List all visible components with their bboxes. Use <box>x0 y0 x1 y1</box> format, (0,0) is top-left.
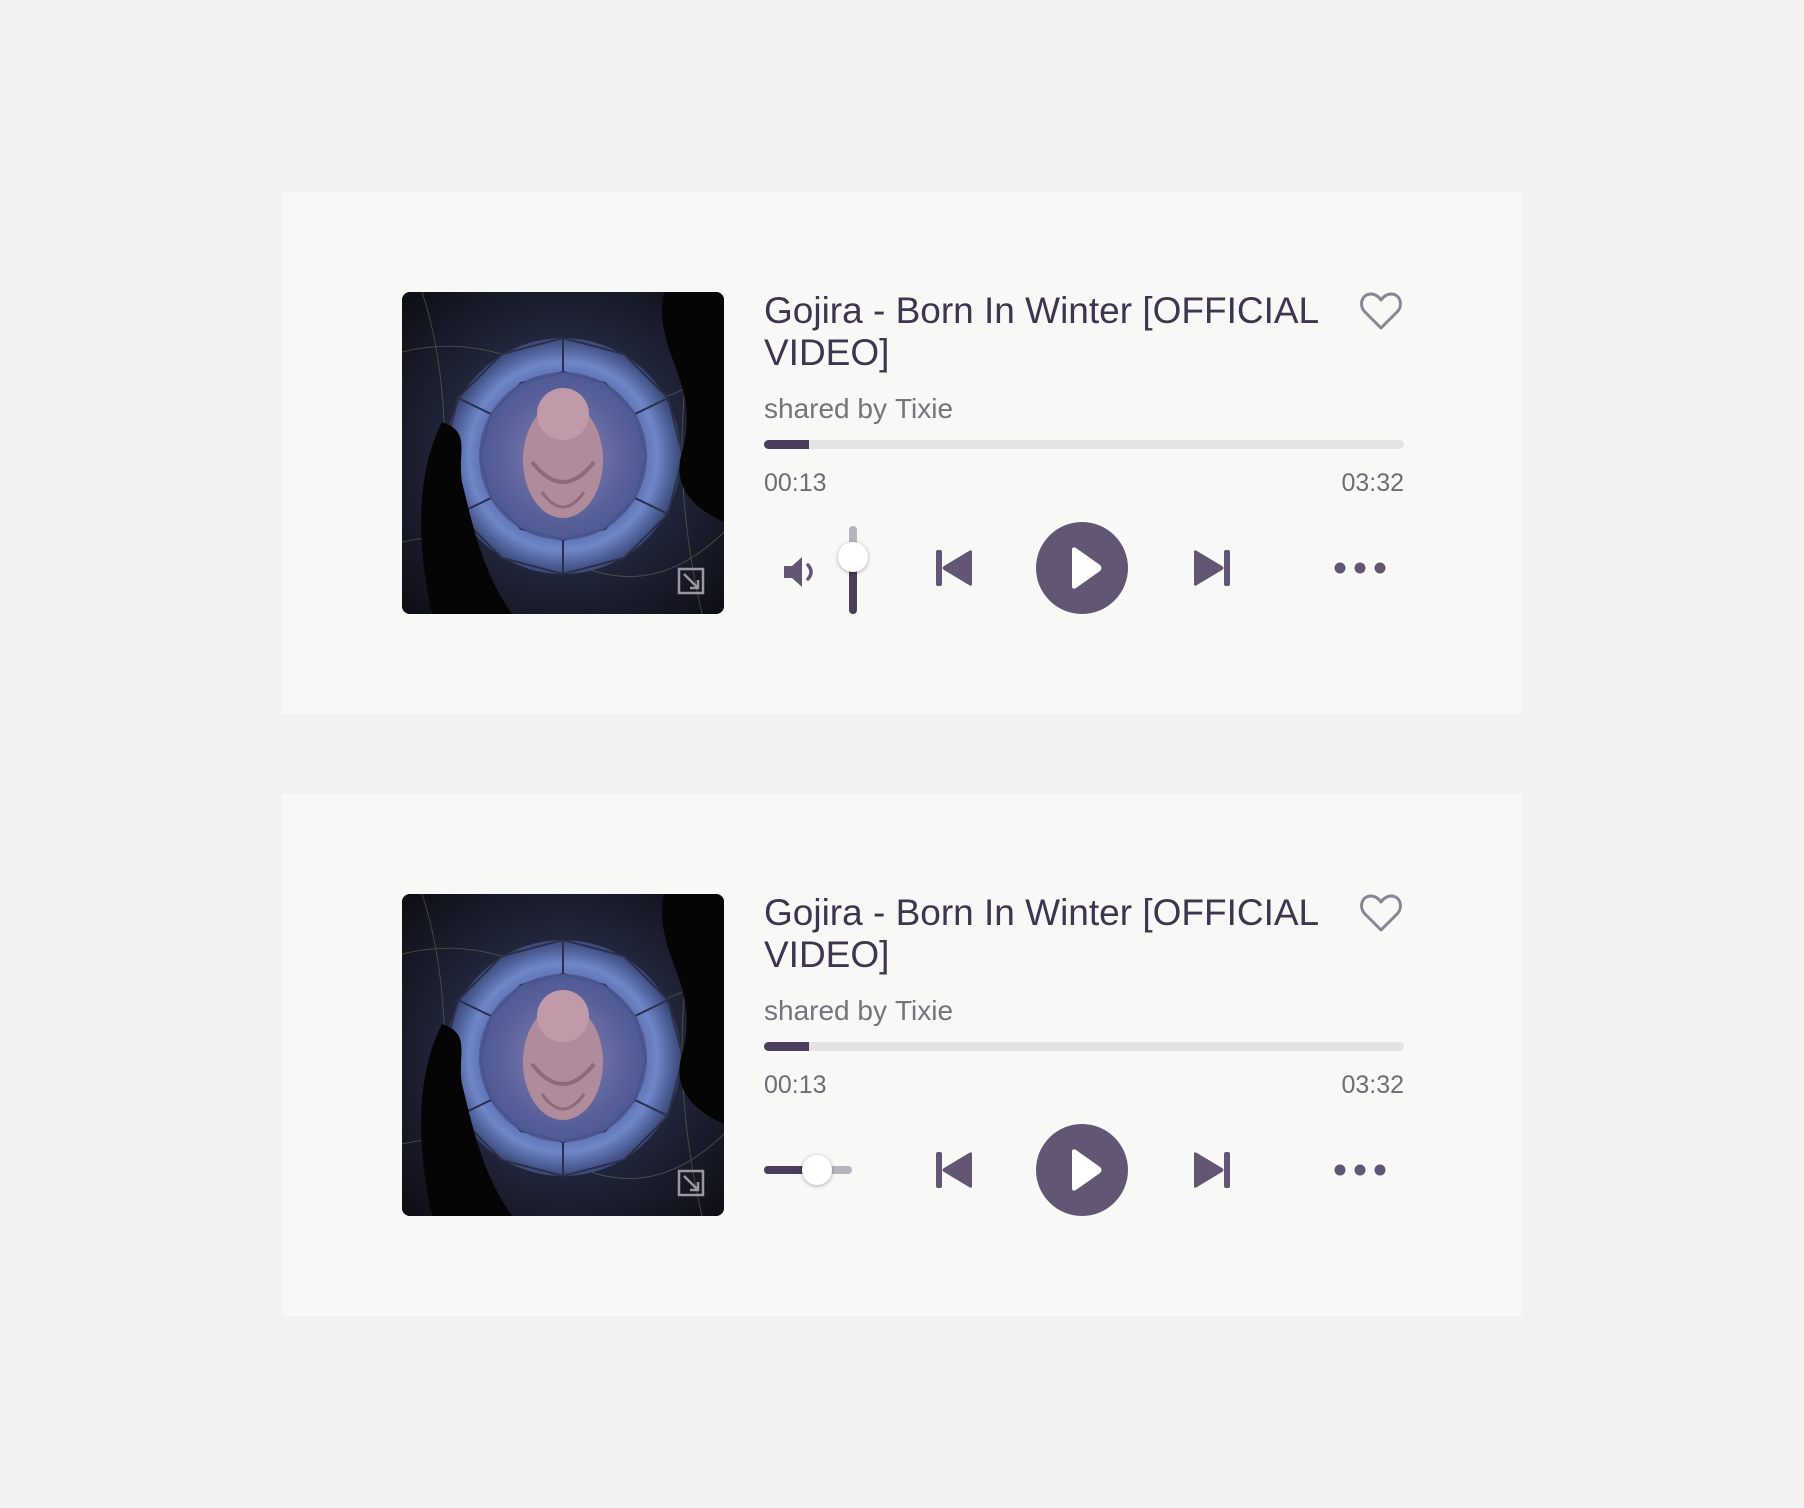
progress-fill <box>764 1042 809 1051</box>
next-icon <box>1194 1152 1230 1188</box>
progress-bar[interactable] <box>764 440 1404 449</box>
play-button[interactable] <box>1036 522 1128 614</box>
album-cover[interactable] <box>402 894 724 1216</box>
previous-icon <box>936 1152 972 1188</box>
previous-button[interactable] <box>932 1148 976 1192</box>
previous-icon <box>936 550 972 586</box>
play-button[interactable] <box>1036 1124 1128 1216</box>
volume-knob[interactable] <box>838 541 868 572</box>
track-title: Gojira - Born In Winter [OFFICIAL VIDEO] <box>764 892 1318 975</box>
music-player-card: Gojira - Born In Winter [OFFICIAL VIDEO]… <box>282 192 1522 714</box>
shared-by-user[interactable]: Tixie <box>895 995 953 1026</box>
total-time: 03:32 <box>1341 1071 1404 1099</box>
expand-icon[interactable] <box>676 1168 706 1198</box>
more-icon <box>1334 562 1386 574</box>
shared-by-prefix: shared by <box>764 995 887 1026</box>
current-time: 00:13 <box>764 1071 827 1099</box>
more-icon <box>1334 1164 1386 1176</box>
more-options-button[interactable] <box>1332 1146 1388 1194</box>
like-button[interactable] <box>1358 288 1404 334</box>
play-icon <box>1072 547 1102 589</box>
progress-bar[interactable] <box>764 1042 1404 1051</box>
expand-icon[interactable] <box>676 566 706 596</box>
track-title: Gojira - Born In Winter [OFFICIAL VIDEO] <box>764 290 1318 373</box>
heart-icon <box>1360 894 1402 932</box>
more-options-button[interactable] <box>1332 544 1388 592</box>
music-player-card: Gojira - Born In Winter [OFFICIAL VIDEO]… <box>282 794 1522 1316</box>
volume-icon <box>784 557 813 587</box>
shared-by: shared by Tixie <box>764 994 953 1028</box>
total-time: 03:32 <box>1341 469 1404 497</box>
previous-button[interactable] <box>932 546 976 590</box>
album-cover[interactable] <box>402 292 724 614</box>
heart-icon <box>1360 292 1402 330</box>
next-icon <box>1194 550 1230 586</box>
current-time: 00:13 <box>764 469 827 497</box>
progress-fill <box>764 440 809 449</box>
next-button[interactable] <box>1190 546 1234 590</box>
volume-slider[interactable] <box>764 1155 852 1185</box>
shared-by-user[interactable]: Tixie <box>895 393 953 424</box>
volume-knob[interactable] <box>801 1155 832 1185</box>
shared-by: shared by Tixie <box>764 392 953 426</box>
volume-slider[interactable] <box>838 526 868 614</box>
play-icon <box>1072 1149 1102 1191</box>
volume-button[interactable] <box>780 552 820 592</box>
next-button[interactable] <box>1190 1148 1234 1192</box>
shared-by-prefix: shared by <box>764 393 887 424</box>
like-button[interactable] <box>1358 890 1404 936</box>
